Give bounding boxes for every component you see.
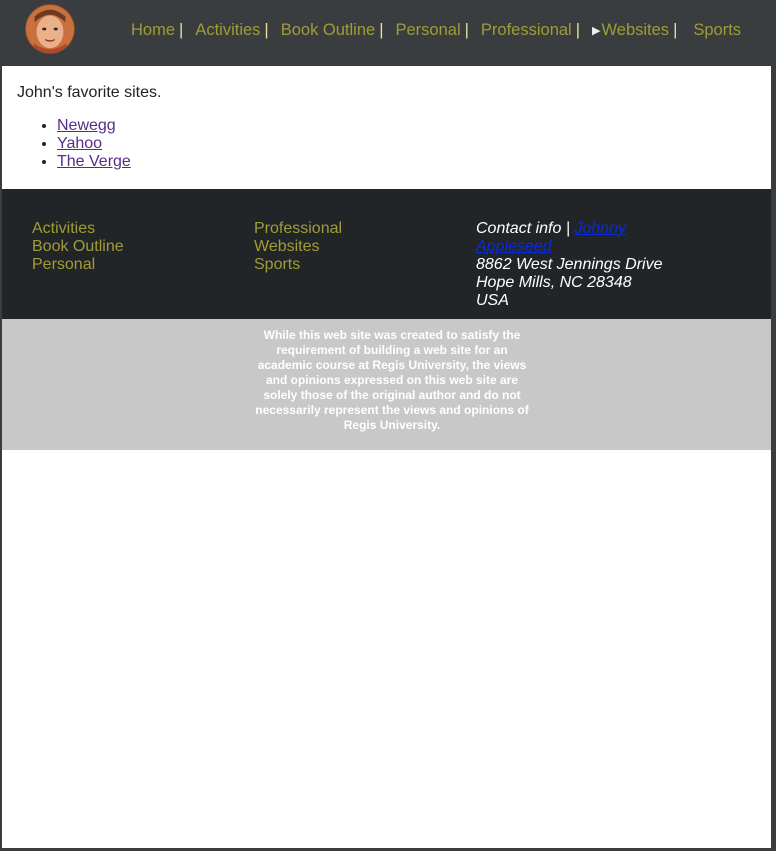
nav-separator: | [464, 20, 469, 39]
intro-text: John's favorite sites. [17, 84, 162, 101]
nav-websites[interactable]: Websites [602, 21, 670, 40]
nav-separator: | [264, 20, 269, 39]
address-street: 8862 West Jennings Drive [476, 256, 663, 273]
nav-personal[interactable]: Personal [396, 21, 461, 40]
disclaimer-banner: While this web site was created to satis… [2, 319, 771, 450]
nav-sports[interactable]: Sports [693, 21, 741, 40]
nav-separator: | [379, 20, 384, 39]
nav-activities[interactable]: Activities [195, 21, 260, 40]
footer-link-sports[interactable]: Sports [254, 256, 342, 274]
footer-link-activities[interactable]: Activities [32, 220, 124, 238]
nav-separator: | [673, 20, 678, 39]
main-content: John's favorite sites. Newegg Yahoo The … [17, 83, 757, 171]
avatar[interactable] [25, 4, 75, 54]
nav-book-outline[interactable]: Book Outline [281, 21, 375, 40]
avatar-portrait-icon [26, 5, 74, 53]
footer-column-1: Activities Book Outline Personal [32, 220, 124, 274]
top-nav: Home | Activities | Book Outline | Perso… [131, 19, 741, 41]
contact-label: Contact info | [476, 220, 570, 237]
link-the-verge[interactable]: The Verge [57, 153, 131, 170]
list-item: Newegg [57, 117, 757, 135]
address-country: USA [476, 292, 509, 309]
footer-link-websites[interactable]: Websites [254, 238, 342, 256]
list-item: Yahoo [57, 135, 757, 153]
favorite-sites-list: Newegg Yahoo The Verge [17, 117, 757, 171]
link-newegg[interactable]: Newegg [57, 117, 116, 134]
address-city: Hope Mills, NC 28348 [476, 274, 632, 291]
current-page-arrow-icon: ▶ [592, 24, 601, 37]
contact-info: Contact info | Johnny Appleseed 8862 Wes… [476, 220, 676, 310]
footer-link-book-outline[interactable]: Book Outline [32, 238, 124, 256]
nav-professional[interactable]: Professional [481, 21, 572, 40]
nav-separator: | [179, 20, 184, 39]
list-item: The Verge [57, 153, 757, 171]
nav-separator: | [575, 20, 581, 39]
nav-home[interactable]: Home [131, 21, 175, 40]
footer-link-personal[interactable]: Personal [32, 256, 124, 274]
disclaimer-text: While this web site was created to satis… [255, 328, 529, 432]
link-yahoo[interactable]: Yahoo [57, 135, 102, 152]
footer-link-professional[interactable]: Professional [254, 220, 342, 238]
site-footer: Activities Book Outline Personal Profess… [2, 189, 771, 319]
site-header: Home | Activities | Book Outline | Perso… [2, 0, 771, 66]
page: Home | Activities | Book Outline | Perso… [2, 0, 771, 848]
footer-column-2: Professional Websites Sports [254, 220, 342, 274]
